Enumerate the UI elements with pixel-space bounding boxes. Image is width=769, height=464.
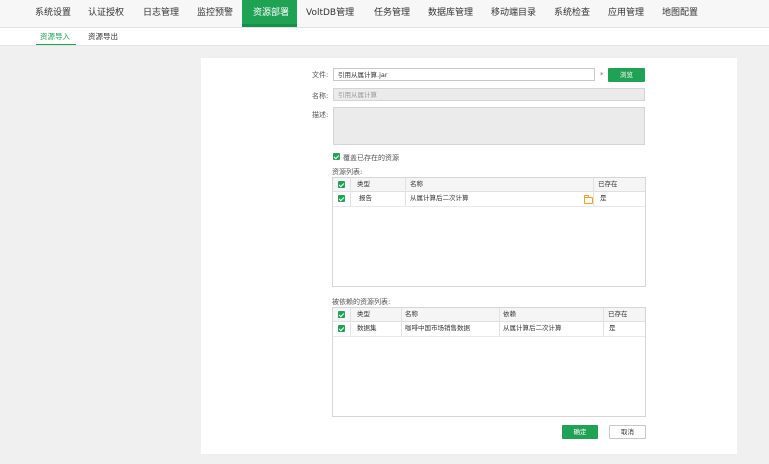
dep-row-type: 数据集 (357, 324, 377, 332)
dep-col-exists: 已存在 (608, 310, 628, 318)
dep-row-name: 咖啡中国市场销售数据 (405, 324, 470, 332)
dep-col-name: 名称 (405, 310, 418, 318)
file-input[interactable]: 引用从属计算.jar (333, 68, 595, 81)
resource-col-name: 名称 (410, 180, 423, 188)
table-row[interactable] (333, 192, 645, 207)
name-label: 名称: (312, 92, 329, 100)
dep-row-exists: 是 (609, 324, 616, 332)
resource-row-exists: 是 (600, 194, 607, 202)
import-panel: 文件: 引用从属计算.jar * 浏览 名称: 引用从属计算 描述: 覆盖已存在… (201, 58, 737, 454)
tab-resource-export[interactable]: 资源导出 (88, 28, 118, 45)
ok-button[interactable]: 确定 (562, 425, 598, 439)
description-label: 描述: (312, 111, 329, 119)
dep-col-type: 类型 (357, 310, 370, 318)
dep-row-checkbox[interactable] (338, 325, 345, 332)
cancel-button[interactable]: 取消 (609, 425, 646, 439)
nav-item-system-settings[interactable]: 系统设置 (35, 0, 71, 27)
browse-button[interactable]: 浏览 (608, 68, 645, 82)
table-row[interactable] (333, 322, 645, 337)
nav-item-auth[interactable]: 认证授权 (88, 0, 124, 27)
file-label: 文件: (312, 71, 329, 79)
nav-item-logs[interactable]: 日志管理 (143, 0, 179, 27)
resource-row-name: 从属计算后二次计算 (410, 194, 469, 202)
required-mark: * (600, 71, 604, 79)
folder-icon[interactable] (584, 195, 593, 204)
nav-item-system-check[interactable]: 系统检查 (554, 0, 590, 27)
tab-active-underline (36, 44, 76, 45)
resource-select-all-checkbox[interactable] (338, 181, 345, 188)
dep-table-header (333, 308, 645, 322)
tab-resource-import[interactable]: 资源导入 (40, 28, 70, 45)
nav-item-tasks[interactable]: 任务管理 (374, 0, 410, 27)
dep-row-dependency: 从属计算后二次计算 (503, 324, 562, 332)
nav-item-apps[interactable]: 应用管理 (608, 0, 644, 27)
resource-table: 类型 名称 已存在 报告 从属计算后二次计算 是 (332, 177, 646, 287)
dependency-table: 类型 名称 依赖 已存在 数据集 咖啡中国市场销售数据 从属计算后二次计算 是 (332, 307, 646, 417)
nav-item-mobile-catalog[interactable]: 移动端目录 (491, 0, 536, 27)
nav-item-map-config[interactable]: 地图配置 (662, 0, 698, 27)
nav-item-voltdb[interactable]: VoltDB管理 (306, 0, 354, 27)
sub-navigation: 资源导入 资源导出 (0, 28, 769, 46)
resource-col-type: 类型 (357, 180, 370, 188)
overwrite-label: 覆盖已存在的资源 (343, 154, 399, 162)
resource-col-exists: 已存在 (598, 180, 618, 188)
overwrite-checkbox[interactable] (333, 153, 340, 160)
resource-list-label: 资源列表: (332, 168, 363, 176)
dep-col-dependency: 依赖 (503, 310, 516, 318)
dep-list-label: 被依赖的资源列表: (332, 298, 391, 306)
nav-item-resource-deploy[interactable]: 资源部署 (253, 0, 289, 27)
nav-item-database[interactable]: 数据库管理 (428, 0, 473, 27)
resource-row-type: 报告 (359, 194, 372, 202)
dep-select-all-checkbox[interactable] (338, 311, 345, 318)
nav-item-monitoring[interactable]: 监控预警 (197, 0, 233, 27)
name-input[interactable]: 引用从属计算 (333, 88, 645, 101)
top-navigation: 系统设置 认证授权 日志管理 监控预警 资源部署 VoltDB管理 任务管理 数… (0, 0, 769, 28)
resource-row-checkbox[interactable] (338, 195, 345, 202)
description-textarea[interactable] (333, 107, 645, 145)
